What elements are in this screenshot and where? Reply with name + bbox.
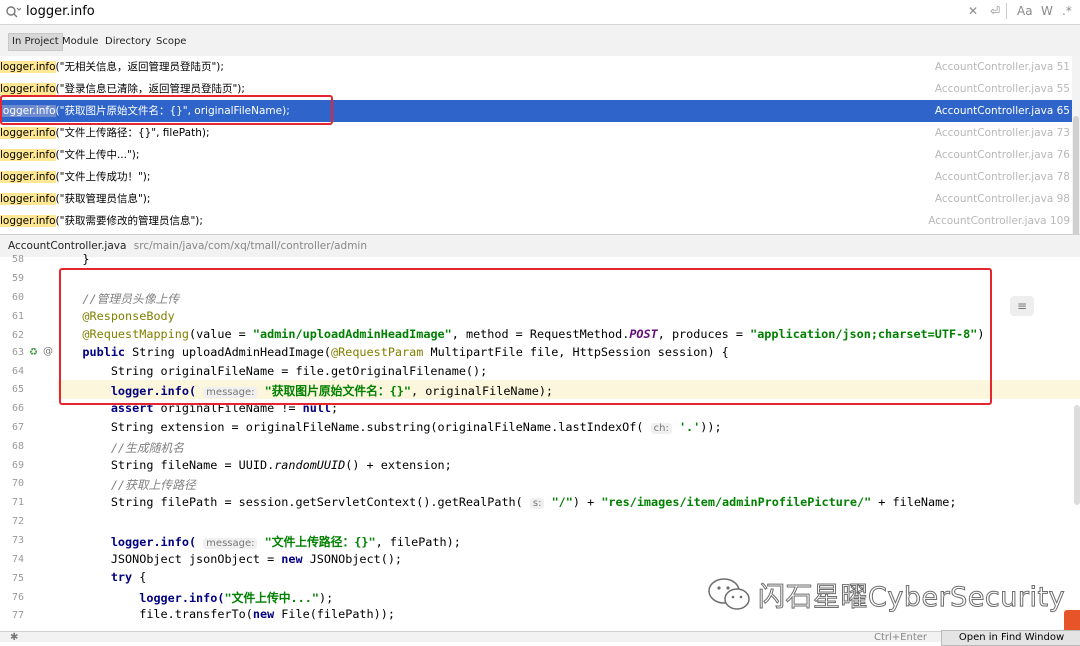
watermark: 闪石星曜CyberSecurity bbox=[706, 574, 1065, 614]
result-row[interactable]: logger.info("无相关信息，返回管理员登陆页"); AccountCo… bbox=[0, 56, 1072, 78]
param-hint: ch: bbox=[650, 423, 672, 434]
line-number: 76 bbox=[11, 592, 24, 603]
line-number: 66 bbox=[11, 403, 24, 414]
search-bar: ✕ ⏎ Aa W .* bbox=[0, 0, 1080, 25]
tab-scope[interactable]: Scope bbox=[153, 34, 189, 50]
line-number: 75 bbox=[11, 573, 24, 584]
preview-file-path: src/main/java/com/xq/tmall/controller/ad… bbox=[133, 240, 368, 252]
code-line: logger.info("文件上传中..."); bbox=[139, 591, 334, 605]
code-line: file.transferTo(new File(filePath)); bbox=[54, 607, 395, 621]
result-code: ("文件上传路径：{}", filePath); bbox=[55, 127, 210, 139]
line-number: 60 bbox=[11, 292, 24, 303]
line-number: 71 bbox=[11, 497, 24, 508]
result-file: AccountController.java 65 bbox=[934, 105, 1070, 117]
open-in-find-window-button[interactable]: Open in Find Window bbox=[941, 630, 1080, 646]
result-code: ("获取管理员信息"); bbox=[55, 193, 151, 205]
match-text: logger.info bbox=[0, 149, 56, 161]
match-case-toggle[interactable]: Aa bbox=[1017, 3, 1033, 19]
code-line: } bbox=[54, 252, 90, 266]
line-number: 67 bbox=[11, 422, 24, 433]
annotation-box-code bbox=[59, 268, 992, 405]
preview-file-name: AccountController.java bbox=[8, 240, 127, 252]
clear-search-icon[interactable]: ✕ bbox=[968, 3, 978, 19]
site-logo-icon bbox=[1064, 610, 1080, 632]
settings-icon[interactable]: ✱ bbox=[10, 632, 18, 643]
line-number: 58 bbox=[11, 254, 24, 265]
match-text: logger.info bbox=[0, 127, 56, 139]
result-row[interactable]: logger.info("获取管理员信息"); AccountControlle… bbox=[0, 188, 1072, 210]
shortcut-hint: Ctrl+Enter bbox=[874, 632, 928, 643]
line-number: 73 bbox=[11, 535, 24, 546]
line-number: 69 bbox=[11, 460, 24, 471]
new-line-icon[interactable]: ⏎ bbox=[990, 3, 1000, 19]
result-file: AccountController.java 98 bbox=[934, 193, 1070, 205]
line-number: 59 bbox=[11, 273, 24, 284]
result-code: ("文件上传成功！"); bbox=[55, 171, 151, 183]
line-number: 62 bbox=[11, 330, 24, 341]
annotation-box-result bbox=[0, 95, 333, 125]
result-file: AccountController.java 51 bbox=[934, 61, 1070, 73]
code-line: //生成随机名 bbox=[110, 441, 185, 455]
line-number: 64 bbox=[11, 366, 24, 377]
line-number: 77 bbox=[11, 610, 24, 621]
line-number: 61 bbox=[11, 311, 24, 322]
regex-toggle[interactable]: .* bbox=[1062, 3, 1072, 19]
watermark-text: 闪石星曜CyberSecurity bbox=[757, 581, 1066, 613]
result-file: AccountController.java 78 bbox=[934, 171, 1070, 183]
code-line: logger.info( message: "文件上传路径：{}", fileP… bbox=[110, 535, 461, 549]
line-number: 70 bbox=[11, 478, 24, 489]
reader-mode-icon[interactable]: ≡ bbox=[1010, 296, 1034, 316]
result-file: AccountController.java 109 bbox=[928, 215, 1070, 227]
param-hint: message: bbox=[203, 538, 258, 549]
code-line: String fileName = UUID.randomUUID() + ex… bbox=[54, 458, 452, 472]
param-hint: s: bbox=[529, 498, 545, 509]
code-line: String filePath = session.getServletCont… bbox=[54, 495, 957, 509]
result-row[interactable]: logger.info("文件上传成功！"); AccountControlle… bbox=[0, 166, 1072, 188]
result-row[interactable]: logger.info("文件上传路径：{}", filePath); Acco… bbox=[0, 122, 1072, 144]
match-text: logger.info bbox=[0, 61, 56, 73]
gutter: 58 59 60 61 62 63 64 65 66 67 68 69 70 7… bbox=[0, 254, 58, 641]
wechat-logo-icon bbox=[708, 578, 750, 610]
result-row[interactable]: logger.info("文件上传中..."); AccountControll… bbox=[0, 144, 1072, 166]
preview-header: AccountController.java src/main/java/com… bbox=[0, 234, 1080, 258]
editor-scroll-thumb[interactable] bbox=[1074, 405, 1080, 505]
result-file: AccountController.java 55 bbox=[934, 83, 1070, 95]
line-number: 74 bbox=[11, 554, 24, 565]
search-icon[interactable] bbox=[5, 5, 21, 19]
code-line: //获取上传路径 bbox=[110, 478, 196, 492]
code-line: String extension = originalFileName.subs… bbox=[54, 420, 722, 434]
result-row[interactable]: logger.info("获取需要修改的管理员信息"); AccountCont… bbox=[0, 210, 1072, 232]
annotation-icon[interactable]: @ bbox=[43, 346, 53, 357]
match-text: logger.info bbox=[0, 83, 56, 95]
result-file: AccountController.java 76 bbox=[934, 149, 1070, 161]
line-number: 65 bbox=[11, 384, 24, 395]
match-text: logger.info bbox=[0, 171, 56, 183]
tab-module[interactable]: Module bbox=[59, 34, 101, 50]
tab-directory[interactable]: Directory bbox=[102, 34, 154, 50]
code-line: JSONObject jsonObject = new JSONObject()… bbox=[54, 552, 403, 566]
result-code: ("获取需要修改的管理员信息"); bbox=[55, 215, 203, 227]
line-number: 68 bbox=[11, 441, 24, 452]
scope-tabs: In Project Module Directory Scope bbox=[0, 25, 1080, 57]
results-scrollbar[interactable] bbox=[1072, 56, 1080, 286]
code-line: try { bbox=[110, 570, 147, 584]
match-text: logger.info bbox=[0, 215, 56, 227]
result-code: ("无相关信息，返回管理员登陆页"); bbox=[55, 61, 224, 73]
results-list: logger.info("无相关信息，返回管理员登陆页"); AccountCo… bbox=[0, 56, 1072, 234]
result-code: ("登录信息已清除，返回管理员登陆页"); bbox=[55, 83, 245, 95]
line-number: 63 bbox=[11, 347, 24, 358]
search-input[interactable] bbox=[26, 2, 906, 20]
match-text: logger.info bbox=[0, 193, 56, 205]
tab-in-project[interactable]: In Project bbox=[8, 33, 63, 51]
words-toggle[interactable]: W bbox=[1041, 3, 1053, 19]
result-code: ("文件上传中..."); bbox=[55, 149, 140, 161]
result-file: AccountController.java 73 bbox=[934, 127, 1070, 139]
leaf-bean-icon[interactable]: ♻ bbox=[29, 347, 38, 358]
line-number: 72 bbox=[11, 516, 24, 527]
